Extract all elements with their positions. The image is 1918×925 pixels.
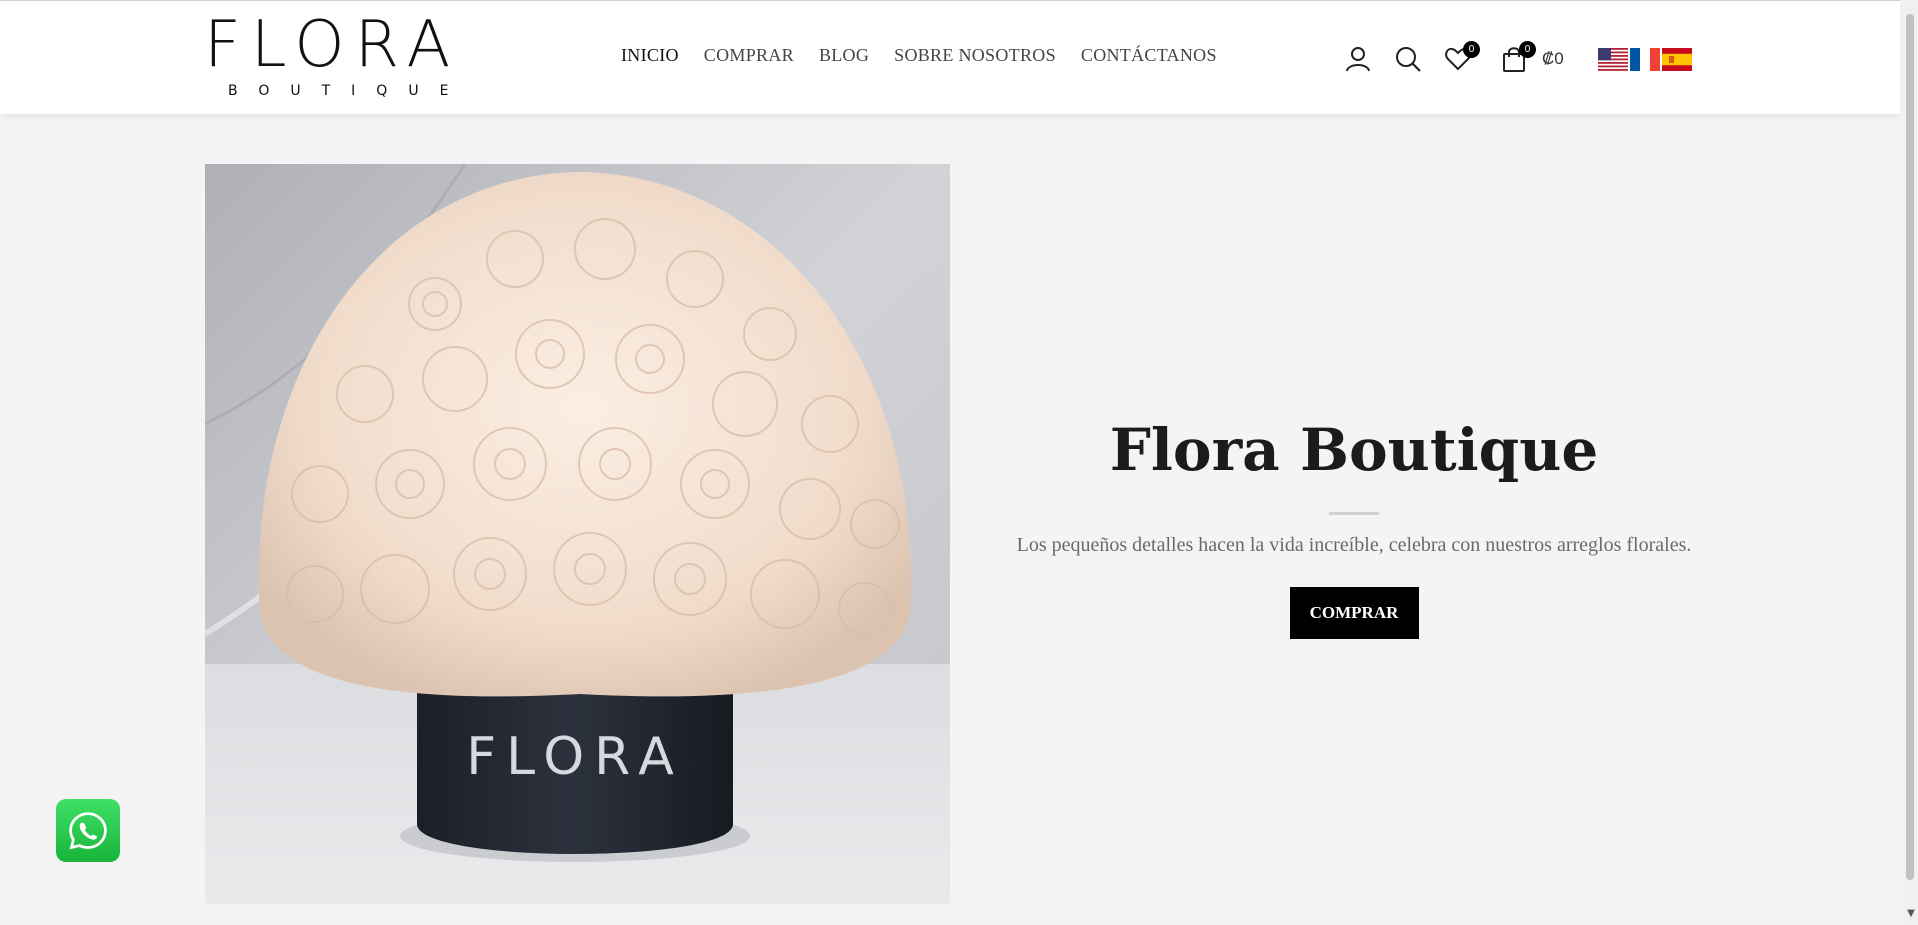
search-icon[interactable]: [1394, 45, 1422, 73]
flag-fr-icon[interactable]: [1630, 48, 1660, 71]
hero-image: FLORA: [205, 164, 950, 904]
wishlist-count-badge: 0: [1463, 41, 1480, 58]
cart-total[interactable]: ₡0: [1542, 49, 1564, 69]
scroll-down-arrow-icon[interactable]: ▼: [1904, 908, 1918, 922]
nav-link-contactanos[interactable]: CONTÁCTANOS: [1081, 45, 1217, 66]
whatsapp-icon: [69, 811, 107, 849]
logo-main-text: FLORA: [204, 8, 461, 82]
shop-button[interactable]: COMPRAR: [1289, 587, 1419, 639]
header-icons: 0 0 ₡0: [1344, 41, 1564, 77]
rose-box-illustration: FLORA: [205, 164, 950, 904]
site-header: FLORA BOUTIQUE INICIO COMPRAR BLOG SOBRE…: [0, 0, 1900, 114]
flag-es-icon[interactable]: [1662, 48, 1692, 71]
shopping-bag-icon[interactable]: 0: [1500, 41, 1536, 73]
hero-content: Flora Boutique Los pequeños detalles hac…: [1000, 410, 1708, 639]
hero-divider: [1329, 512, 1379, 515]
whatsapp-chat-button[interactable]: [56, 799, 120, 862]
language-switcher: [1598, 48, 1692, 71]
user-icon[interactable]: [1344, 45, 1372, 73]
box-brand-text: FLORA: [466, 727, 684, 787]
cart-count-badge: 0: [1519, 41, 1536, 58]
flag-us-icon[interactable]: [1598, 48, 1628, 71]
nav-link-comprar[interactable]: COMPRAR: [704, 45, 794, 66]
hero-title: Flora Boutique: [1109, 416, 1599, 484]
nav-link-blog[interactable]: BLOG: [819, 45, 869, 66]
main-nav: INICIO COMPRAR BLOG SOBRE NOSOTROS CONTÁ…: [621, 45, 1217, 66]
scrollbar-thumb[interactable]: [1906, 14, 1914, 880]
logo-sub-text: BOUTIQUE: [228, 83, 470, 99]
hero-subtitle: Los pequeños detalles hacen la vida incr…: [1016, 534, 1692, 556]
nav-link-inicio[interactable]: INICIO: [621, 45, 679, 66]
heart-icon[interactable]: 0: [1444, 41, 1480, 73]
nav-link-sobre-nosotros[interactable]: SOBRE NOSOTROS: [894, 45, 1056, 66]
logo[interactable]: FLORA BOUTIQUE: [204, 8, 470, 103]
